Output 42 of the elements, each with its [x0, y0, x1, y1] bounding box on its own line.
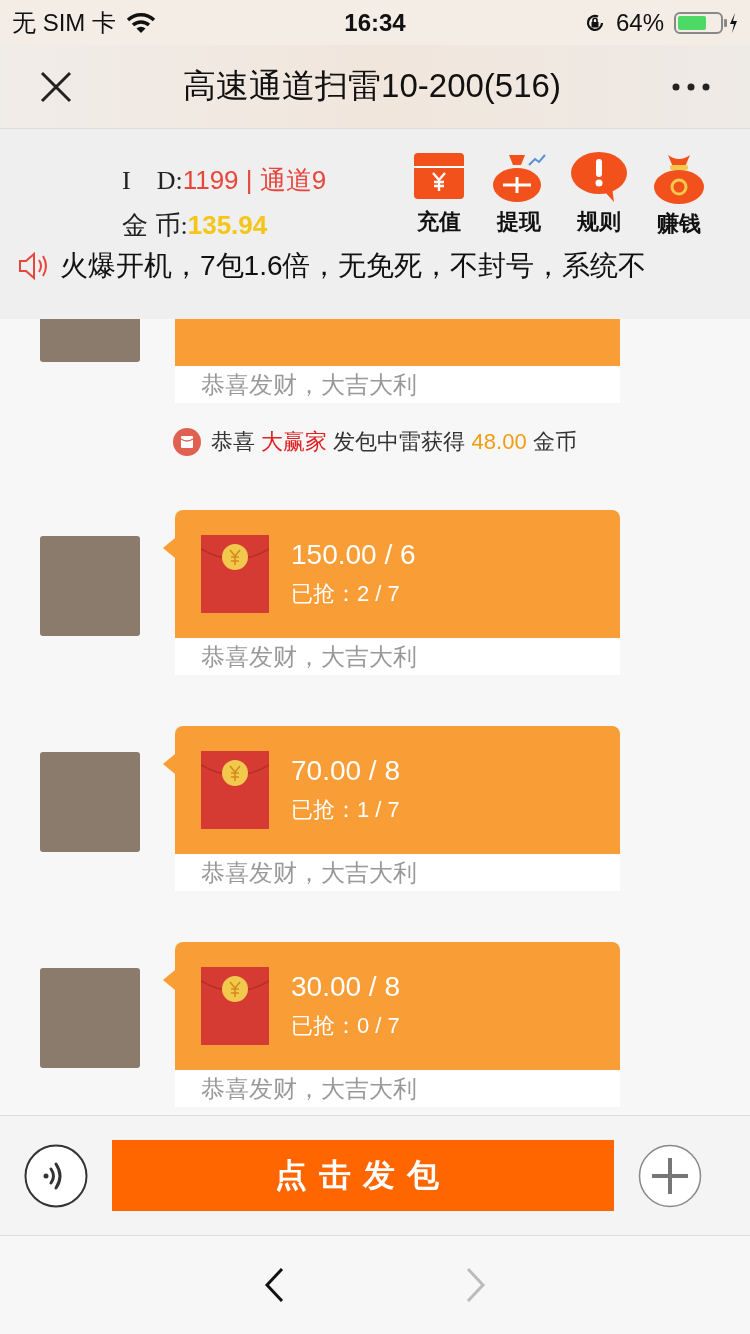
avatar-placeholder[interactable]	[40, 752, 140, 852]
packet-amount: 30.00 / 8	[291, 971, 400, 1003]
close-icon[interactable]	[40, 70, 72, 103]
id-label: I D:	[122, 165, 183, 197]
grabbed-count: 已抢：0 / 7	[291, 1012, 400, 1040]
avatar-placeholder[interactable]	[40, 968, 140, 1068]
envelope-icon	[201, 751, 269, 829]
battery-icon	[674, 10, 738, 35]
packet-icon	[173, 428, 202, 456]
blessing-text: 恭喜发财，大吉大利	[175, 638, 620, 675]
avatar-placeholder[interactable]	[40, 536, 140, 636]
packet-amount: 70.00 / 8	[291, 755, 400, 787]
blessing-text: 恭喜发财，大吉大利	[175, 854, 620, 891]
clock-text: 16:34	[344, 8, 406, 37]
system-message: 恭喜 大赢家 发包中雷获得 48.00 金币	[211, 428, 577, 456]
speaker-icon	[18, 251, 50, 281]
blessing-text: 恭喜发财，大吉大利	[175, 1070, 620, 1107]
envelope-icon	[201, 967, 269, 1045]
more-icon[interactable]	[672, 82, 710, 91]
envelope-icon	[201, 535, 269, 613]
window-title: 高速通道扫雷10-200(516)	[183, 66, 561, 106]
action-button[interactable]: 赚钱	[646, 151, 712, 239]
packet-card[interactable]	[175, 319, 620, 366]
notice-text: 火爆开机，7包1.6倍，无免死，不封号，系统不	[60, 249, 647, 283]
packet-amount: 150.00 / 6	[291, 539, 416, 571]
add-icon[interactable]	[638, 1143, 702, 1208]
grabbed-count: 已抢：1 / 7	[291, 796, 400, 824]
action-button[interactable]: 提现	[486, 151, 552, 239]
avatar-placeholder[interactable]	[40, 319, 140, 362]
back-icon[interactable]	[263, 1267, 285, 1303]
wifi-icon	[126, 11, 156, 34]
exclamation-bubble-icon	[570, 151, 628, 203]
carrier-text: 无 SIM 卡	[12, 7, 116, 38]
id-value: 1199 | 通道9	[182, 164, 327, 197]
battery-percent: 64%	[615, 8, 664, 37]
blessing-text: 恭喜发财，大吉大利	[175, 366, 620, 403]
action-button[interactable]: 充值	[406, 151, 472, 239]
action-button[interactable]: 规则	[566, 151, 632, 239]
grabbed-count: 已抢：2 / 7	[291, 580, 401, 608]
voice-icon[interactable]	[24, 1143, 88, 1208]
coin-label: 金 币:	[122, 210, 188, 242]
coin-value: 135.94	[187, 210, 268, 241]
